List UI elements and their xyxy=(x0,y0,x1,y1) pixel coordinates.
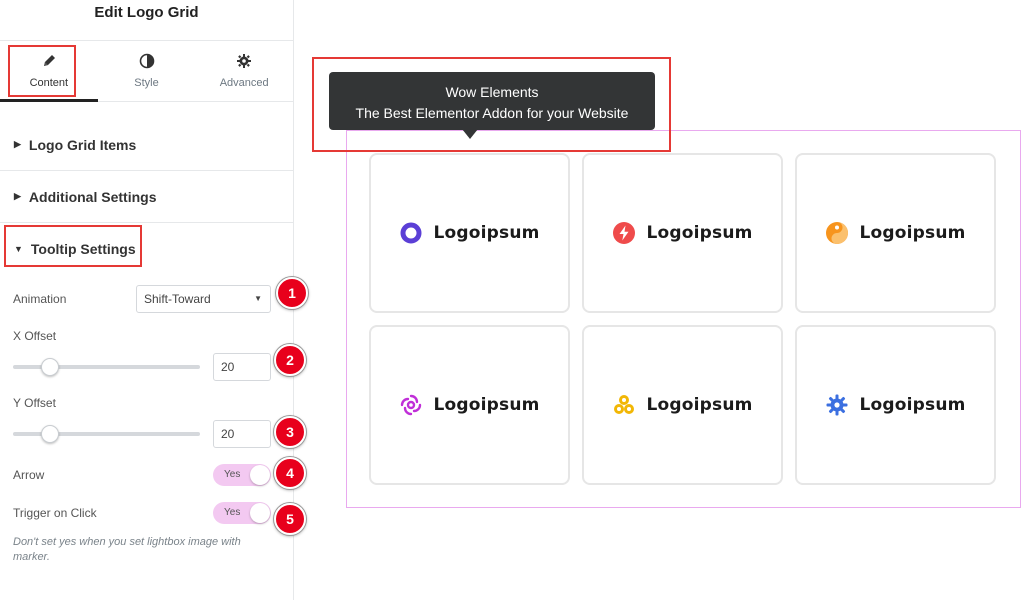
y-offset-label: Y Offset xyxy=(13,396,56,410)
yin-yang-logo-icon xyxy=(826,222,849,244)
caret-right-icon: ▶ xyxy=(14,191,21,201)
panel-title: Edit Logo Grid xyxy=(94,4,199,21)
logo-text: Logoipsum xyxy=(433,223,540,243)
tab-style[interactable]: Style xyxy=(98,41,196,101)
y-offset-slider[interactable] xyxy=(13,425,200,443)
animation-value: Shift-Toward xyxy=(144,292,211,306)
caret-right-icon: ▶ xyxy=(14,139,21,149)
toggle-knob xyxy=(250,503,270,523)
tab-advanced[interactable]: Advanced xyxy=(195,41,293,101)
logo: Logoipsum xyxy=(399,221,539,245)
logo: Logoipsum xyxy=(825,393,965,417)
panel-tabs: Content Style Advanced xyxy=(0,40,293,102)
x-offset-input[interactable] xyxy=(213,353,271,381)
tooltip-title: Wow Elements xyxy=(445,84,539,100)
half-circle-icon xyxy=(139,53,155,73)
trigger-toggle-text: Yes xyxy=(224,507,241,518)
tab-style-label: Style xyxy=(134,77,159,89)
arrow-label: Arrow xyxy=(13,468,45,482)
section-label: Logo Grid Items xyxy=(28,136,137,153)
logo-card[interactable]: Logoipsum xyxy=(369,153,570,313)
logo: Logoipsum xyxy=(399,393,539,417)
x-offset-slider-handle[interactable] xyxy=(41,358,60,376)
toggle-knob xyxy=(250,465,270,485)
gear-logo-icon xyxy=(826,394,848,416)
lightbox-hint: Don't set yes when you set lightbox imag… xyxy=(13,536,241,563)
logo-text: Logoipsum xyxy=(646,223,753,243)
logo-card[interactable]: Logoipsum xyxy=(369,325,570,485)
step-badge-3: 3 xyxy=(274,416,306,448)
logo-card[interactable]: Logoipsum xyxy=(795,325,996,485)
logo-text: Logoipsum xyxy=(433,395,540,415)
step-badge-4: 4 xyxy=(274,457,306,489)
animation-label: Animation xyxy=(13,292,67,306)
swirl-logo-icon xyxy=(401,394,422,416)
editor-panel: Edit Logo Grid Content Style Advanced ▶ … xyxy=(0,0,294,600)
section-label: Additional Settings xyxy=(28,188,157,205)
logo-card[interactable]: Logoipsum xyxy=(795,153,996,313)
chevron-down-icon: ▼ xyxy=(254,294,262,303)
tab-advanced-label: Advanced xyxy=(219,77,269,89)
x-offset-slider[interactable] xyxy=(13,358,200,376)
logo-text: Logoipsum xyxy=(859,223,966,243)
logo: Logoipsum xyxy=(612,393,752,417)
section-additional-settings[interactable]: ▶ Additional Settings xyxy=(0,171,293,223)
tooltip-subtitle: The Best Elementor Addon for your Websit… xyxy=(355,105,629,121)
knot-logo-icon xyxy=(614,395,635,414)
tooltip-settings-highlight xyxy=(4,225,142,267)
content-tab-highlight xyxy=(8,45,76,97)
step-badge-5: 5 xyxy=(274,503,306,535)
logo-text: Logoipsum xyxy=(859,395,966,415)
logo-card[interactable]: Logoipsum xyxy=(582,325,783,485)
logo: Logoipsum xyxy=(612,221,752,245)
logo-card[interactable]: Logoipsum xyxy=(582,153,783,313)
y-offset-input[interactable] xyxy=(213,420,271,448)
logo-tooltip: Wow Elements The Best Elementor Addon fo… xyxy=(329,72,655,130)
tooltip-arrow xyxy=(462,129,478,139)
bolt-logo-icon xyxy=(613,222,636,244)
x-offset-label: X Offset xyxy=(13,329,57,343)
section-logo-grid-items[interactable]: ▶ Logo Grid Items xyxy=(0,119,293,171)
step-badge-2: 2 xyxy=(274,344,306,376)
y-offset-slider-handle[interactable] xyxy=(41,425,60,443)
logo-text: Logoipsum xyxy=(646,395,753,415)
trigger-on-click-label: Trigger on Click xyxy=(13,506,97,520)
arrow-toggle[interactable]: Yes xyxy=(213,464,271,486)
step-badge-1: 1 xyxy=(276,277,308,309)
animation-select[interactable]: Shift-Toward ▼ xyxy=(136,285,271,313)
logo: Logoipsum xyxy=(825,221,965,245)
ring-logo-icon xyxy=(400,222,422,244)
gear-icon xyxy=(236,53,252,73)
arrow-toggle-text: Yes xyxy=(224,469,241,480)
trigger-on-click-toggle[interactable]: Yes xyxy=(213,502,271,524)
